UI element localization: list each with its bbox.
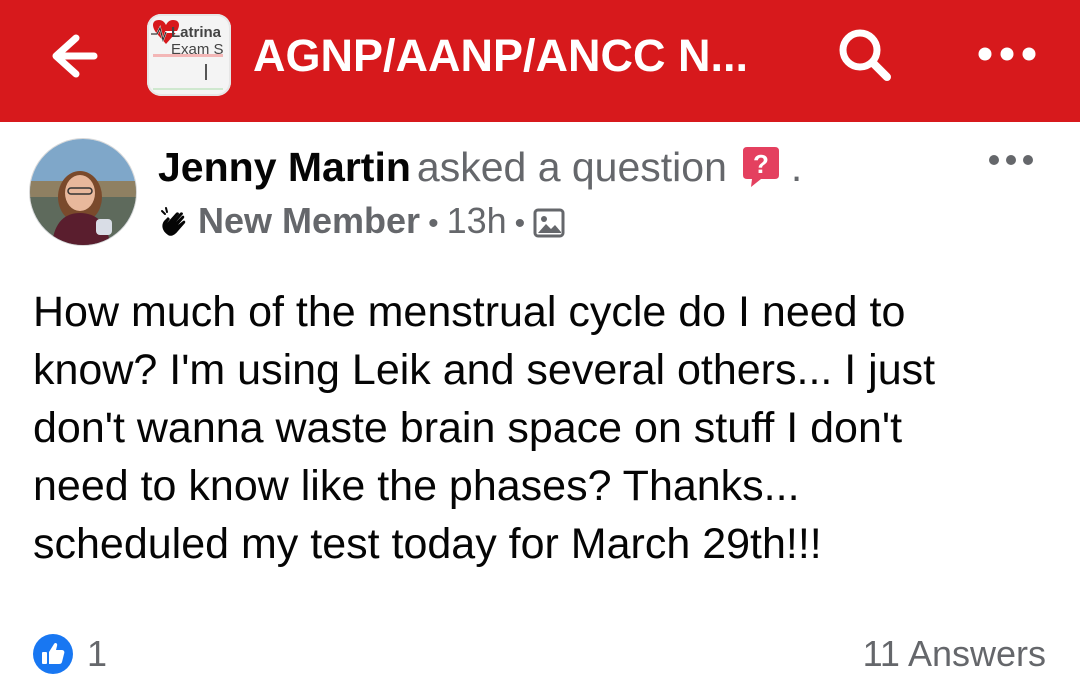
group-title[interactable]: AGNP/AANP/ANCC N...	[253, 28, 783, 84]
more-options-button[interactable]	[975, 36, 1039, 72]
post-meta: New Member • 13h •	[158, 198, 565, 244]
like-icon	[33, 634, 73, 674]
waving-hand-icon	[158, 205, 192, 239]
group-logo[interactable]: Latrina Exam S	[147, 14, 231, 96]
back-button[interactable]	[48, 32, 100, 80]
answers-link[interactable]: 11 Answers	[863, 632, 1046, 676]
post-body-line: know? I'm using Leik and several others.…	[33, 346, 936, 394]
like-count: 1	[87, 633, 108, 674]
more-horizontal-icon	[989, 155, 1033, 165]
group-logo-line1: Latrina	[171, 24, 222, 41]
post-action-text: asked a question	[416, 144, 727, 190]
photo-icon	[533, 208, 565, 238]
post-body-line: need to know like the phases? Thanks...	[33, 462, 800, 510]
author-photo	[30, 139, 136, 245]
post-time[interactable]: 13h	[447, 200, 507, 241]
meta-separator: •	[428, 207, 439, 240]
question-badge-icon: ?	[739, 145, 783, 189]
top-bar: Latrina Exam S AGNP/AANP/ANCC N...	[0, 0, 1080, 122]
post-header: Jenny Martin asked a question ? .	[158, 140, 918, 194]
group-logo-text: Latrina Exam S	[171, 24, 231, 58]
svg-text:?: ?	[753, 149, 769, 179]
post-body-line: don't wanna waste brain space on stuff I…	[33, 404, 903, 452]
header-trailing-dot: .	[790, 144, 803, 190]
reaction-summary[interactable]: 1	[33, 632, 107, 676]
post-body-line: scheduled my test today for March 29th!!…	[33, 520, 822, 568]
post-body: How much of the menstrual cycle do I nee…	[33, 283, 1043, 573]
back-arrow-icon	[52, 34, 98, 78]
author-name[interactable]: Jenny Martin	[158, 144, 411, 190]
member-badge: New Member	[198, 200, 421, 241]
search-button[interactable]	[836, 26, 894, 84]
more-horizontal-icon	[978, 47, 1036, 61]
meta-separator: •	[514, 207, 526, 240]
group-logo-line2: Exam S	[171, 41, 224, 58]
post-body-line: How much of the menstrual cycle do I nee…	[33, 288, 906, 336]
post-options-button[interactable]	[986, 150, 1036, 170]
author-avatar[interactable]	[30, 139, 136, 245]
search-icon	[839, 29, 891, 81]
